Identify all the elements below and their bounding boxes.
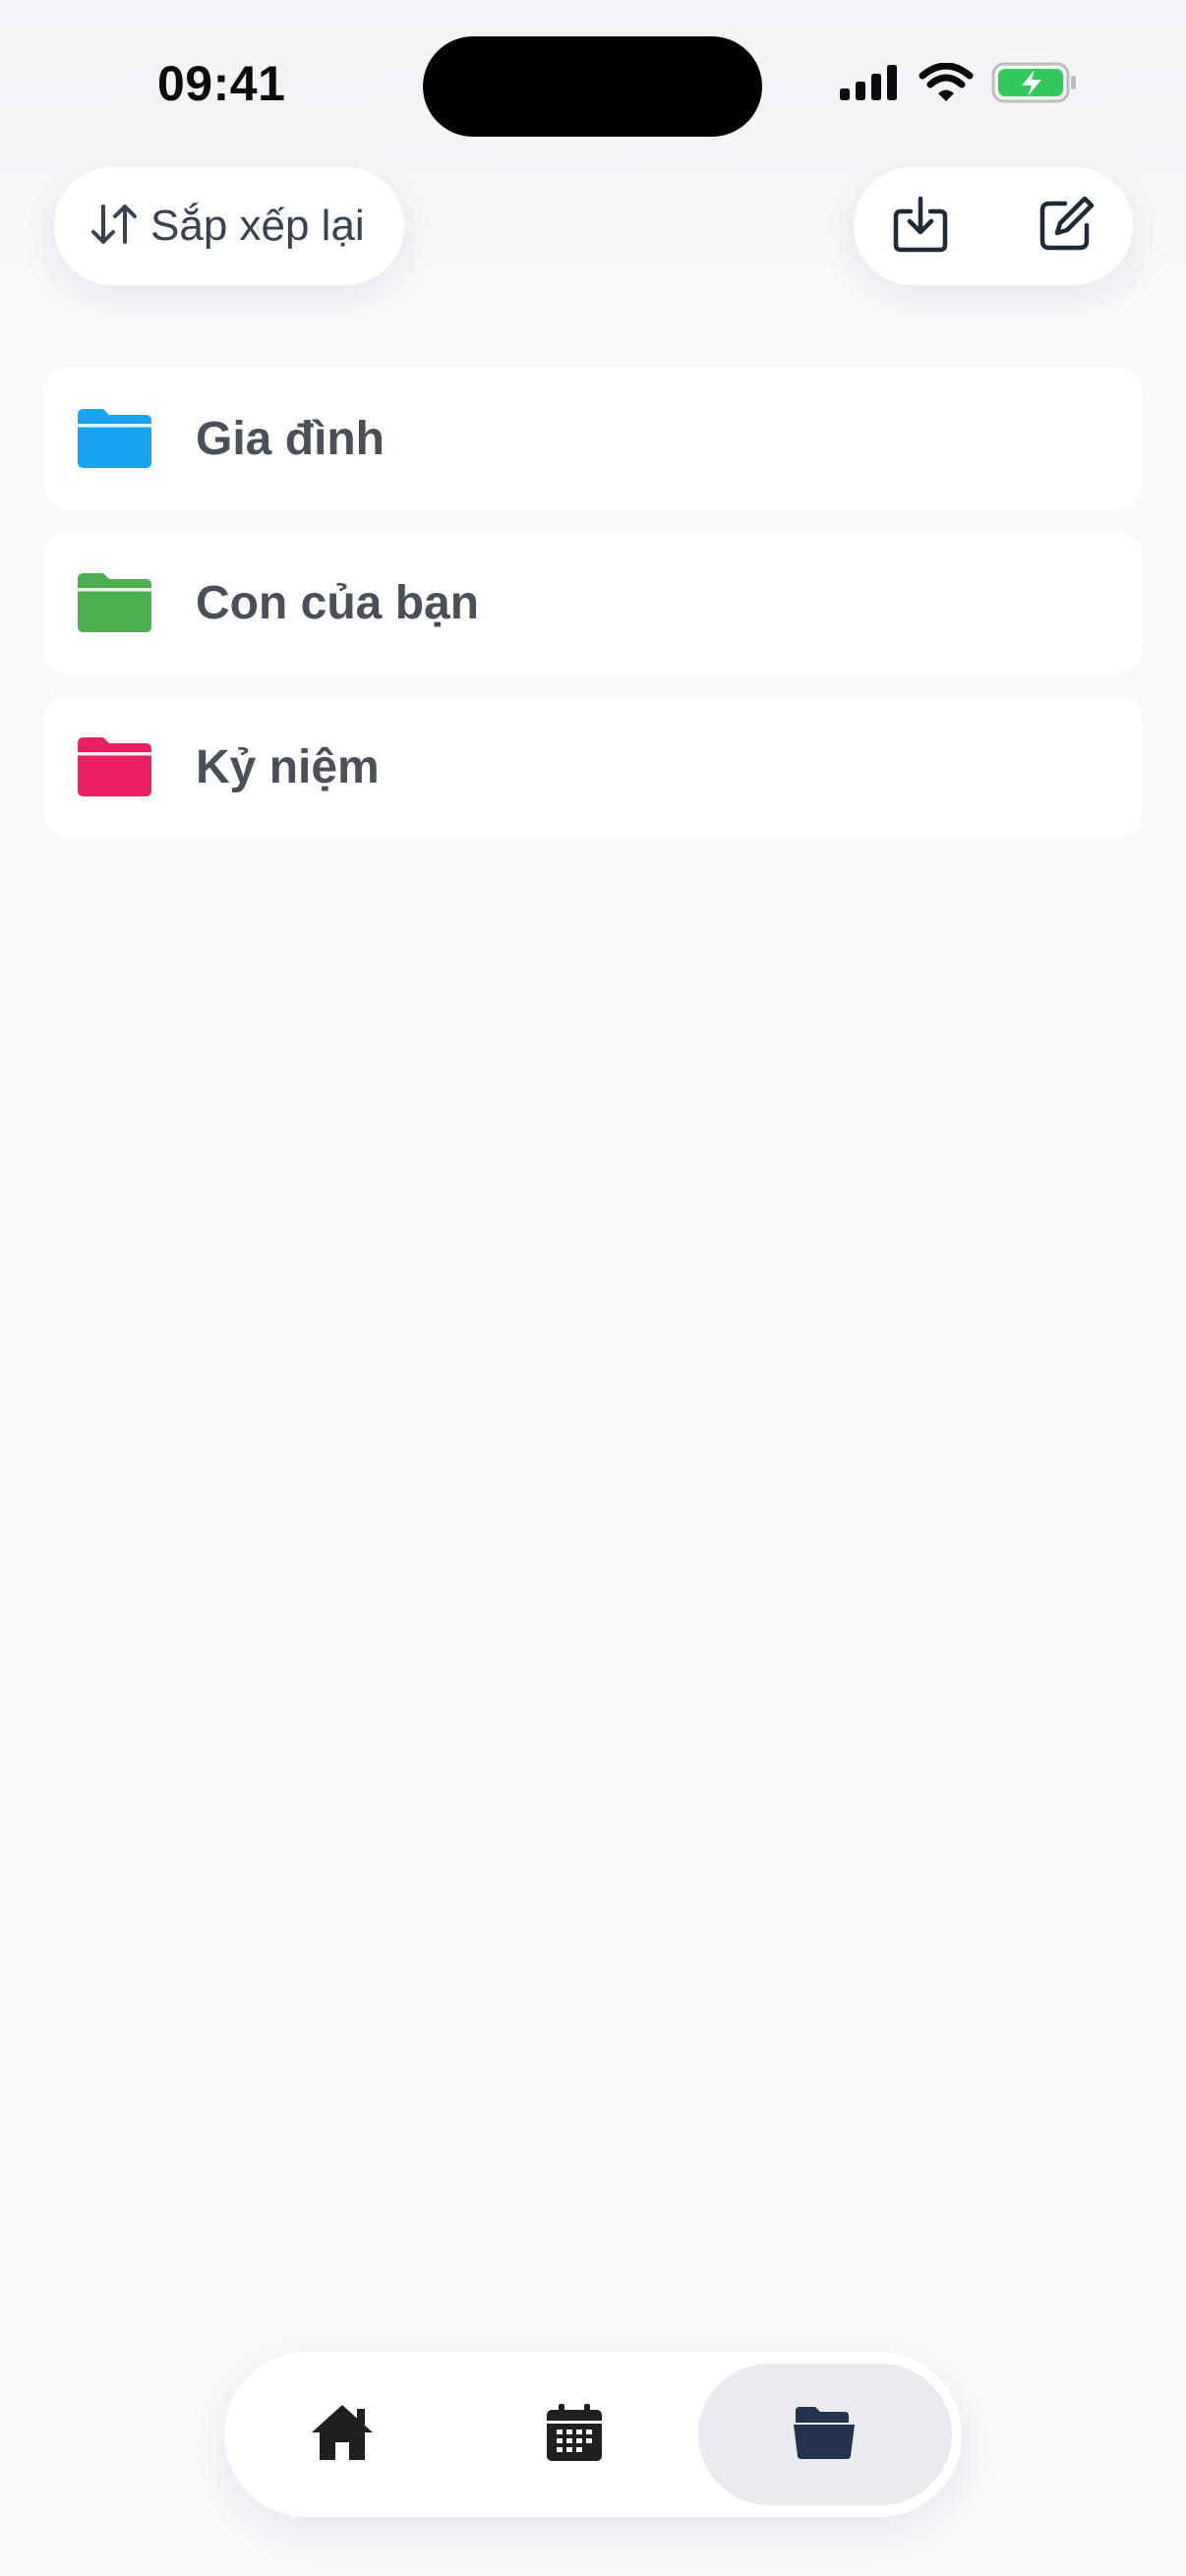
folder-icon <box>78 737 151 796</box>
status-icons <box>838 61 1078 109</box>
folder-list: Gia đình Con của bạn Kỷ niệm <box>43 368 1143 860</box>
action-group <box>854 167 1133 285</box>
home-icon <box>310 2403 375 2467</box>
compose-button[interactable] <box>1035 195 1097 258</box>
folder-item-family[interactable]: Gia đình <box>43 368 1143 509</box>
folder-item-memories[interactable]: Kỷ niệm <box>43 696 1143 838</box>
sort-button-label: Sắp xếp lại <box>150 202 365 250</box>
folder-label: Gia đình <box>196 412 385 465</box>
tab-home[interactable] <box>273 2364 411 2505</box>
folder-open-icon <box>794 2405 857 2465</box>
wifi-icon <box>919 62 974 107</box>
folder-label: Con của bạn <box>196 576 480 629</box>
sort-button[interactable]: Sắp xếp lại <box>54 167 404 285</box>
tab-calendar[interactable] <box>505 2364 643 2505</box>
folder-item-your-child[interactable]: Con của bạn <box>43 532 1143 673</box>
download-tray-icon <box>891 194 950 260</box>
cellular-signal-icon <box>838 63 901 107</box>
calendar-icon <box>545 2402 604 2468</box>
import-button[interactable] <box>889 195 952 258</box>
status-time: 09:41 <box>157 56 286 111</box>
sort-arrows-icon <box>88 201 141 253</box>
folder-label: Kỷ niệm <box>196 740 380 793</box>
dynamic-island <box>423 36 762 137</box>
compose-icon <box>1036 194 1097 260</box>
tab-folders[interactable] <box>698 2364 952 2505</box>
folder-icon <box>78 573 151 632</box>
folder-icon <box>78 409 151 468</box>
battery-icon <box>991 61 1078 109</box>
bottom-tab-bar <box>224 2352 962 2517</box>
screen: 09:41 Sắp xếp lại Gia đình Con của bạn K… <box>0 0 1186 2576</box>
